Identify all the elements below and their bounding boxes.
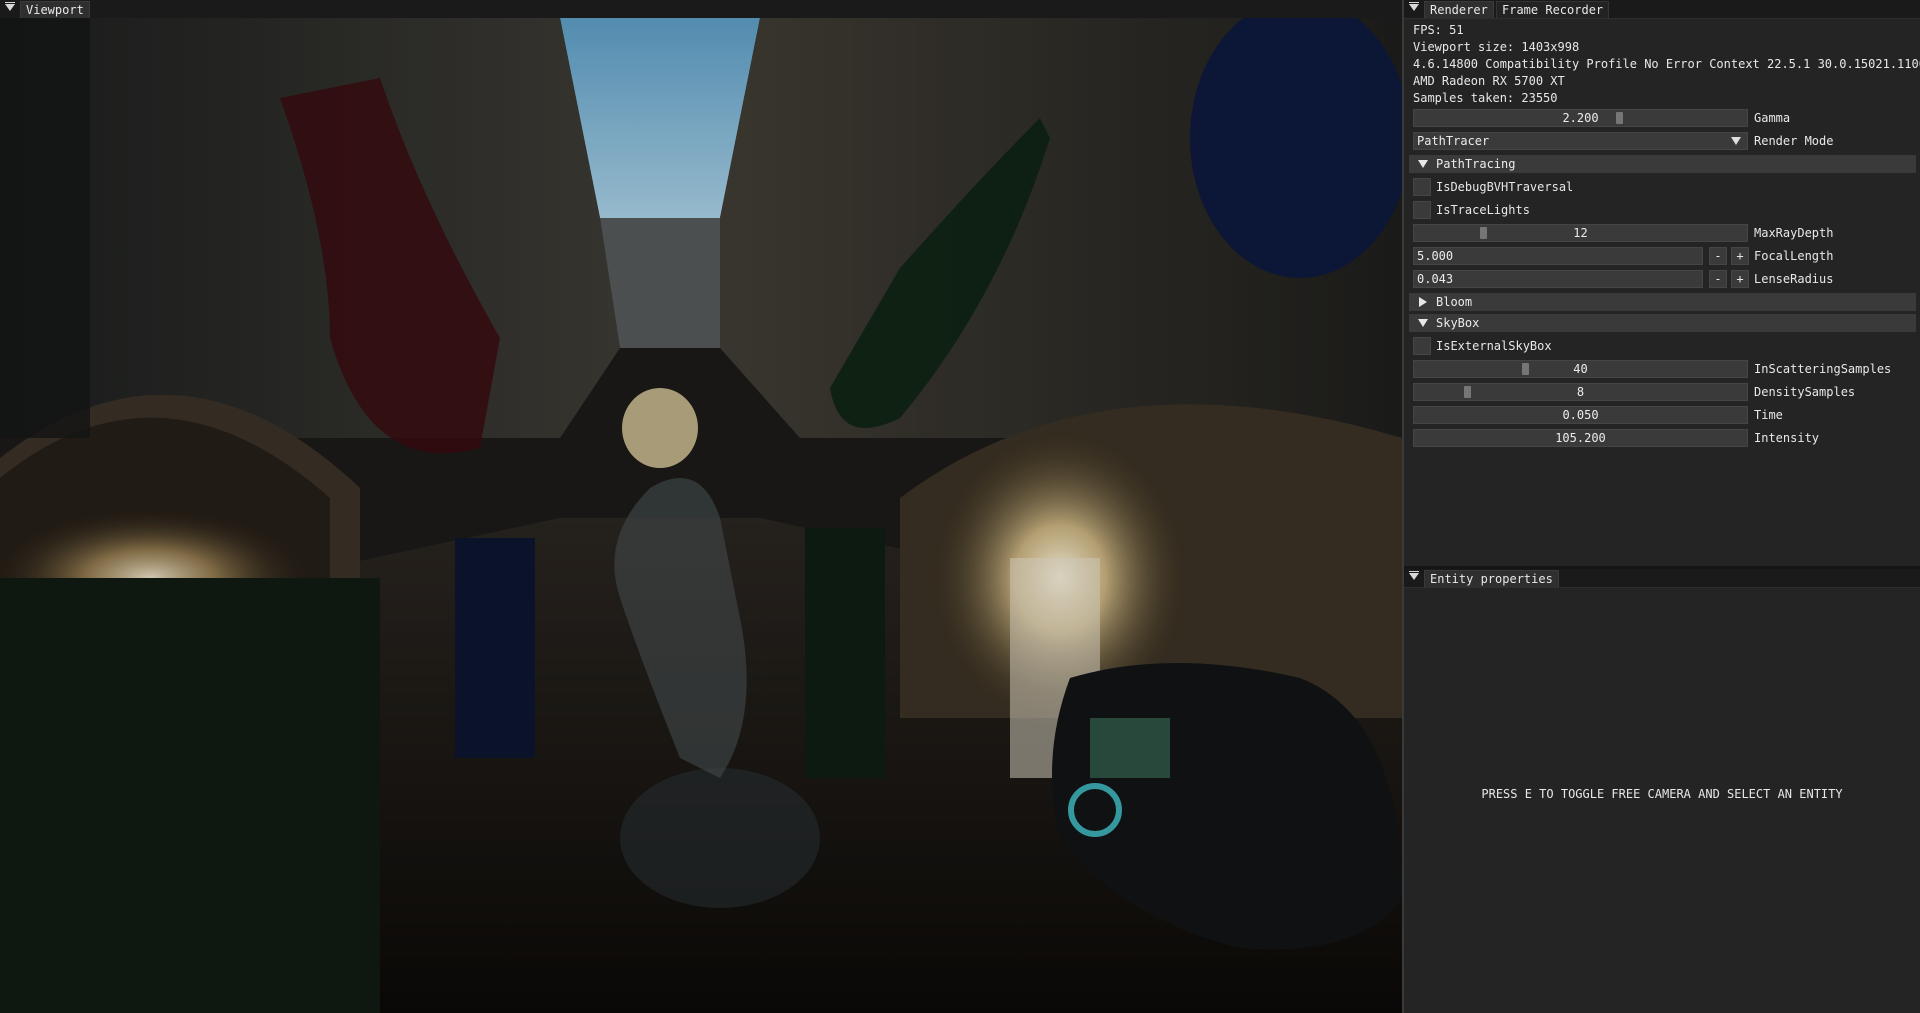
tab-entity-properties[interactable]: Entity properties xyxy=(1424,570,1559,587)
rendered-scene-image[interactable] xyxy=(0,18,1402,1013)
is-external-skybox-checkbox[interactable] xyxy=(1413,337,1431,355)
window-menu-icon[interactable] xyxy=(1409,2,1419,11)
lense-radius-decrement-button[interactable]: - xyxy=(1709,270,1727,288)
viewport-window: Viewport xyxy=(0,0,1402,1013)
slider-value: 40 xyxy=(1573,362,1588,376)
render-mode-label: Render Mode xyxy=(1754,134,1834,148)
drag-value: 0.050 xyxy=(1562,408,1599,422)
in-scattering-row: 40 InScatteringSamples xyxy=(1413,358,1920,381)
renderer-content: FPS: 51 Viewport size: 1403x998 4.6.1480… xyxy=(1409,22,1920,450)
bloom-header[interactable]: Bloom xyxy=(1409,293,1916,311)
header-title: Bloom xyxy=(1436,295,1473,309)
intensity-drag-field[interactable]: 105.200 xyxy=(1413,429,1748,447)
lense-radius-label: LenseRadius xyxy=(1754,272,1834,286)
window-menu-icon[interactable] xyxy=(1409,571,1419,580)
max-ray-depth-label: MaxRayDepth xyxy=(1754,226,1834,240)
focal-length-label: FocalLength xyxy=(1754,249,1834,263)
max-ray-depth-row: 12 MaxRayDepth xyxy=(1413,222,1920,245)
checkbox-label: IsTraceLights xyxy=(1436,203,1530,217)
input-value: 0.043 xyxy=(1417,272,1454,286)
is-external-skybox-row: IsExternalSkyBox xyxy=(1413,335,1920,358)
viewport-size-text: Viewport size: 1403x998 xyxy=(1413,40,1580,54)
density-samples-slider[interactable]: 8 xyxy=(1413,383,1748,401)
gamma-row: 2.200 Gamma xyxy=(1413,107,1920,130)
slider-value: 12 xyxy=(1573,226,1588,240)
gl-context-text: 4.6.14800 Compatibility Profile No Error… xyxy=(1413,57,1920,71)
focal-length-decrement-button[interactable]: - xyxy=(1709,247,1727,265)
density-samples-label: DensitySamples xyxy=(1754,385,1856,399)
checkbox-label: IsDebugBVHTraversal xyxy=(1436,180,1574,194)
entity-properties-window: Entity properties PRESS E TO TOGGLE FREE… xyxy=(1404,569,1920,1013)
entity-hint-text: PRESS E TO TOGGLE FREE CAMERA AND SELECT… xyxy=(1481,787,1843,801)
lense-radius-increment-button[interactable]: + xyxy=(1731,270,1749,288)
renderer-tabbar: Renderer Frame Recorder xyxy=(1404,0,1920,19)
input-value: 5.000 xyxy=(1417,249,1454,263)
is-debug-bvh-checkbox[interactable] xyxy=(1413,178,1431,196)
entity-tabbar: Entity properties xyxy=(1404,569,1920,588)
pathtracing-header[interactable]: PathTracing xyxy=(1409,155,1916,173)
viewport-tabbar: Viewport xyxy=(0,0,1402,19)
checkbox-label: IsExternalSkyBox xyxy=(1436,339,1552,353)
is-trace-lights-row: IsTraceLights xyxy=(1413,199,1920,222)
in-scattering-label: InScatteringSamples xyxy=(1754,362,1892,376)
tab-renderer[interactable]: Renderer xyxy=(1424,1,1494,18)
window-menu-icon[interactable] xyxy=(5,2,15,11)
gpu-name-text: AMD Radeon RX 5700 XT xyxy=(1413,74,1565,88)
fps-text: FPS: 51 xyxy=(1413,23,1464,37)
expanded-arrow-icon xyxy=(1418,319,1428,327)
samples-taken-text: Samples taken: 23550 xyxy=(1413,91,1558,105)
expanded-arrow-icon xyxy=(1418,160,1428,168)
gamma-label: Gamma xyxy=(1754,111,1791,125)
gamma-slider[interactable]: 2.200 xyxy=(1413,109,1748,127)
focal-length-input[interactable]: 5.000 xyxy=(1413,247,1703,265)
time-drag-field[interactable]: 0.050 xyxy=(1413,406,1748,424)
is-debug-bvh-row: IsDebugBVHTraversal xyxy=(1413,176,1920,199)
skybox-header[interactable]: SkyBox xyxy=(1409,314,1916,332)
renderer-window: Renderer Frame Recorder FPS: 51 Viewport… xyxy=(1404,0,1920,566)
collapsed-arrow-icon xyxy=(1419,297,1427,307)
time-row: 0.050 Time xyxy=(1413,404,1920,427)
slider-value: 2.200 xyxy=(1562,111,1599,125)
in-scattering-slider[interactable]: 40 xyxy=(1413,360,1748,378)
render-mode-row: PathTracer Render Mode xyxy=(1413,130,1920,153)
lense-radius-row: 0.043 - + LenseRadius xyxy=(1413,268,1920,291)
chevron-down-icon xyxy=(1731,137,1741,145)
intensity-label: Intensity xyxy=(1754,431,1820,445)
header-title: PathTracing xyxy=(1436,157,1516,171)
lense-radius-input[interactable]: 0.043 xyxy=(1413,270,1703,288)
max-ray-depth-slider[interactable]: 12 xyxy=(1413,224,1748,242)
time-label: Time xyxy=(1754,408,1783,422)
slider-value: 8 xyxy=(1576,385,1585,399)
combo-value: PathTracer xyxy=(1417,134,1490,148)
header-title: SkyBox xyxy=(1436,316,1480,330)
intensity-row: 105.200 Intensity xyxy=(1413,427,1920,450)
focal-length-increment-button[interactable]: + xyxy=(1731,247,1749,265)
density-samples-row: 8 DensitySamples xyxy=(1413,381,1920,404)
tab-viewport[interactable]: Viewport xyxy=(20,1,90,18)
tab-frame-recorder[interactable]: Frame Recorder xyxy=(1496,1,1610,18)
drag-value: 105.200 xyxy=(1555,431,1606,445)
render-mode-combo[interactable]: PathTracer xyxy=(1413,132,1748,150)
focal-length-row: 5.000 - + FocalLength xyxy=(1413,245,1920,268)
is-trace-lights-checkbox[interactable] xyxy=(1413,201,1431,219)
